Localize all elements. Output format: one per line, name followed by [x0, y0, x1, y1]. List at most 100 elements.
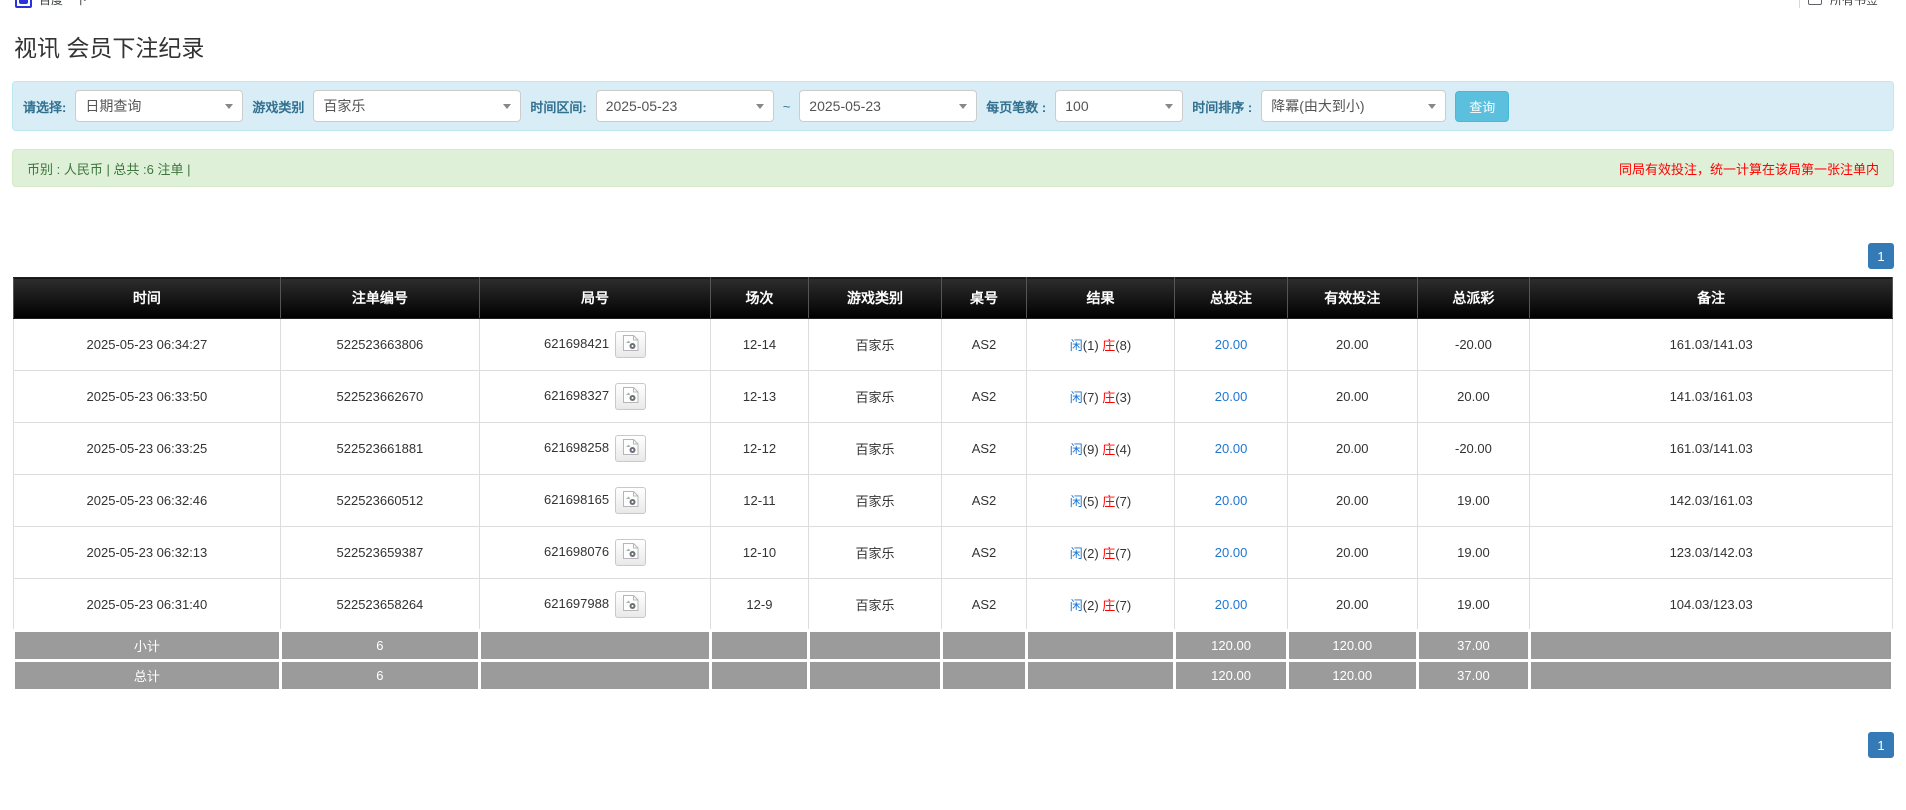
cell-payout: -20.00 — [1417, 319, 1530, 371]
page-size-dropdown[interactable]: 100 — [1055, 90, 1183, 122]
cell-total-bet: 20.00 — [1175, 527, 1288, 579]
game-type-dropdown[interactable]: 百家乐 — [313, 90, 521, 122]
cell-remark: 161.03/141.03 — [1530, 319, 1893, 371]
table-row: 2025-05-23 06:32:13 522523659387 6216980… — [14, 527, 1893, 579]
date-from-dropdown[interactable]: 2025-05-23 — [596, 90, 774, 122]
table-row: 2025-05-23 06:33:50 522523662670 6216983… — [14, 371, 1893, 423]
date-from-value: 2025-05-23 — [606, 98, 678, 114]
cell-payout: 19.00 — [1417, 527, 1530, 579]
cell-bet-id: 522523660512 — [280, 475, 479, 527]
bet-records-table: 时间 注单编号 局号 场次 游戏类别 桌号 结果 总投注 有效投注 总派彩 备注… — [12, 277, 1894, 692]
player-label: 闲 — [1070, 390, 1083, 405]
cell-session: 12-13 — [711, 371, 809, 423]
col-result: 结果 — [1026, 278, 1174, 319]
cell-bet-id: 522523663806 — [280, 319, 479, 371]
bookmark-item[interactable]: 百度一下 — [15, 0, 87, 8]
total-bet-link[interactable]: 20.00 — [1215, 493, 1248, 508]
broken-image-icon — [621, 542, 641, 560]
cell-bet-id: 522523658264 — [280, 579, 479, 631]
cell-game: 百家乐 — [808, 371, 941, 423]
cell-table-no: AS2 — [942, 579, 1027, 631]
chevron-down-icon — [756, 104, 764, 109]
cell-table-no: AS2 — [942, 527, 1027, 579]
cell-total-bet: 20.00 — [1175, 319, 1288, 371]
cell-session: 12-9 — [711, 579, 809, 631]
banker-label: 庄 — [1102, 442, 1115, 457]
cell-time: 2025-05-23 06:34:27 — [14, 319, 281, 371]
col-session: 场次 — [711, 278, 809, 319]
date-range-label: 时间区间: — [530, 97, 586, 116]
round-media-button[interactable] — [615, 591, 646, 618]
cell-game: 百家乐 — [808, 579, 941, 631]
cell-bet-id: 522523662670 — [280, 371, 479, 423]
select-type-label: 请选择: — [23, 97, 66, 116]
page-1-button[interactable]: 1 — [1868, 243, 1894, 269]
banker-label: 庄 — [1102, 598, 1115, 613]
player-label: 闲 — [1070, 494, 1083, 509]
round-number: 621698076 — [544, 544, 609, 559]
cell-bet-id: 522523659387 — [280, 527, 479, 579]
player-label: 闲 — [1070, 598, 1083, 613]
cell-result: 闲(7) 庄(3) — [1026, 371, 1174, 423]
round-media-button[interactable] — [615, 539, 646, 566]
round-number: 621698165 — [544, 492, 609, 507]
cell-remark: 141.03/161.03 — [1530, 371, 1893, 423]
round-media-button[interactable] — [615, 435, 646, 462]
broken-image-icon — [621, 438, 641, 456]
col-total-bet: 总投注 — [1175, 278, 1288, 319]
cell-round: 621697988 — [479, 579, 710, 631]
page-size-label: 每页笔数 : — [986, 97, 1046, 116]
round-media-button[interactable] — [615, 487, 646, 514]
filter-bar: 请选择: 日期查询 游戏类别 百家乐 时间区间: 2025-05-23 ~ 20… — [12, 81, 1894, 131]
cell-game: 百家乐 — [808, 319, 941, 371]
query-type-dropdown[interactable]: 日期查询 — [75, 90, 243, 122]
page-size-value: 100 — [1065, 98, 1088, 114]
total-bet-link[interactable]: 20.00 — [1215, 545, 1248, 560]
page-1-button[interactable]: 1 — [1868, 732, 1894, 758]
player-points: (5) — [1083, 494, 1099, 509]
broken-image-icon — [621, 386, 641, 404]
round-media-button[interactable] — [615, 331, 646, 358]
col-game-type: 游戏类别 — [808, 278, 941, 319]
all-bookmarks-button[interactable]: 所有书签 — [1799, 0, 1878, 8]
total-bet-link[interactable]: 20.00 — [1215, 389, 1248, 404]
cell-game: 百家乐 — [808, 423, 941, 475]
banker-points: (4) — [1115, 442, 1131, 457]
cell-result: 闲(2) 庄(7) — [1026, 579, 1174, 631]
banker-label: 庄 — [1102, 338, 1115, 353]
round-media-button[interactable] — [615, 383, 646, 410]
cell-remark: 142.03/161.03 — [1530, 475, 1893, 527]
player-points: (9) — [1083, 442, 1099, 457]
total-bet-link[interactable]: 20.00 — [1215, 337, 1248, 352]
query-button[interactable]: 查询 — [1455, 91, 1509, 122]
chevron-down-icon — [959, 104, 967, 109]
cell-total-bet: 20.00 — [1175, 371, 1288, 423]
cell-session: 12-14 — [711, 319, 809, 371]
col-valid-bet: 有效投注 — [1287, 278, 1417, 319]
page-container: 视讯 会员下注纪录 请选择: 日期查询 游戏类别 百家乐 时间区间: 2025-… — [0, 29, 1906, 758]
date-to-dropdown[interactable]: 2025-05-23 — [799, 90, 977, 122]
cell-time: 2025-05-23 06:33:50 — [14, 371, 281, 423]
cell-table-no: AS2 — [942, 371, 1027, 423]
cell-total-bet: 20.00 — [1175, 423, 1288, 475]
summary-currency-total: 币别 : 人民币 | 总共 :6 注单 | — [27, 159, 191, 178]
total-bet-link[interactable]: 20.00 — [1215, 597, 1248, 612]
banker-points: (7) — [1115, 598, 1131, 613]
banker-label: 庄 — [1102, 494, 1115, 509]
total-count: 6 — [280, 661, 479, 691]
cell-round: 621698421 — [479, 319, 710, 371]
total-bet-link[interactable]: 20.00 — [1215, 441, 1248, 456]
cell-result: 闲(5) 庄(7) — [1026, 475, 1174, 527]
date-to-value: 2025-05-23 — [809, 98, 881, 114]
player-label: 闲 — [1070, 546, 1083, 561]
time-sort-value: 降冪(由大到小) — [1271, 96, 1364, 116]
cell-game: 百家乐 — [808, 475, 941, 527]
subtotal-label: 小计 — [14, 631, 281, 661]
banker-label: 庄 — [1102, 546, 1115, 561]
cell-time: 2025-05-23 06:31:40 — [14, 579, 281, 631]
time-sort-dropdown[interactable]: 降冪(由大到小) — [1261, 90, 1446, 122]
cell-remark: 104.03/123.03 — [1530, 579, 1893, 631]
cell-valid-bet: 20.00 — [1287, 423, 1417, 475]
cell-remark: 123.03/142.03 — [1530, 527, 1893, 579]
round-number: 621697988 — [544, 595, 609, 610]
